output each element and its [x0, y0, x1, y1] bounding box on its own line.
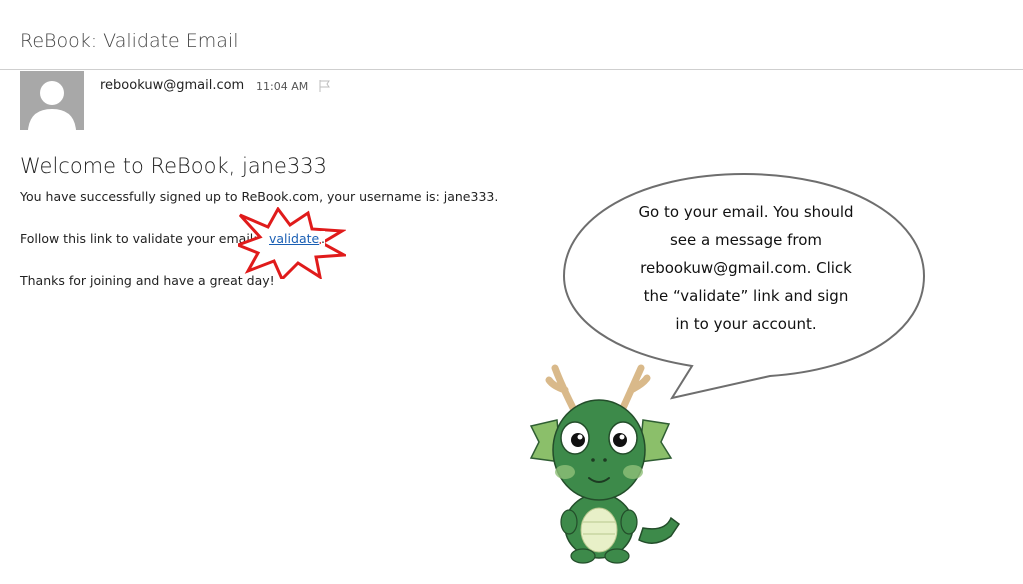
body-line-signup: You have successfully signed up to ReBoo… — [20, 189, 499, 204]
flag-icon[interactable] — [318, 78, 332, 92]
callout-line: in to your account. — [675, 315, 817, 333]
callout-line: the “validate” link and sign — [643, 287, 849, 305]
email-time: 11:04 AM — [256, 80, 309, 93]
callout-line: rebookuw@gmail.com. Click — [640, 259, 852, 277]
email-view: ReBook: Validate Email rebookuw@gmail.co… — [0, 0, 1023, 584]
email-subject: ReBook: Validate Email — [20, 30, 239, 52]
callout-line: Go to your email. You should — [638, 203, 854, 221]
callout-text: Go to your email. You should see a messa… — [606, 198, 886, 338]
sender-avatar — [20, 71, 84, 130]
person-silhouette-icon — [20, 71, 84, 130]
dragon-mascot-icon — [529, 364, 681, 564]
body-line-thanks: Thanks for joining and have a great day! — [20, 273, 275, 288]
validate-link[interactable]: validate — [269, 231, 320, 246]
body-line-follow-link: Follow this link to validate your email: — [20, 231, 258, 246]
email-greeting: Welcome to ReBook, jane333 — [20, 154, 328, 178]
link-period: . — [321, 231, 325, 246]
callout-line: see a message from — [669, 231, 823, 249]
header-divider — [0, 69, 1023, 70]
sender-address[interactable]: rebookuw@gmail.com — [100, 78, 244, 93]
